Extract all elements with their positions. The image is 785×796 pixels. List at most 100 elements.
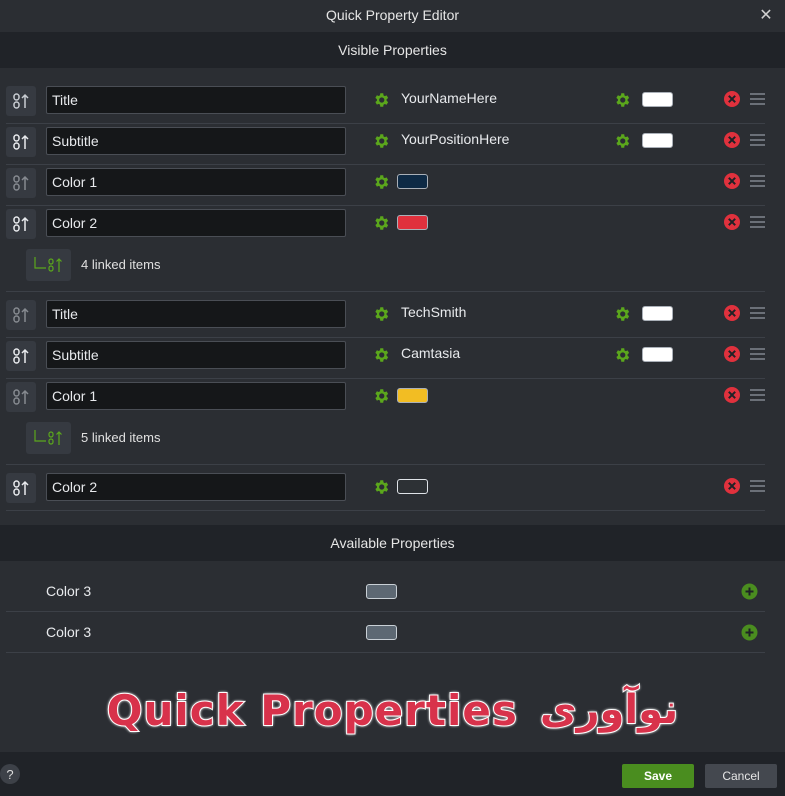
property-name-input[interactable] <box>46 300 346 328</box>
property-row <box>6 206 765 247</box>
property-row: YourPositionHere <box>6 124 765 165</box>
linked-items-label: 4 linked items <box>81 257 161 272</box>
gear-icon[interactable] <box>613 132 631 150</box>
color-swatch[interactable] <box>397 174 428 189</box>
color-swatch[interactable] <box>642 306 673 321</box>
remove-icon[interactable] <box>723 172 741 190</box>
color-swatch[interactable] <box>366 625 397 640</box>
property-value-text: Camtasia <box>401 345 461 361</box>
remove-icon[interactable] <box>723 345 741 363</box>
gear-icon[interactable] <box>613 346 631 364</box>
gear-icon[interactable] <box>372 91 390 109</box>
drag-handle-icon[interactable] <box>750 174 765 187</box>
gear-icon[interactable] <box>372 132 390 150</box>
property-row <box>6 470 765 511</box>
property-name-input[interactable] <box>46 209 346 237</box>
gear-icon[interactable] <box>613 305 631 323</box>
add-icon[interactable] <box>741 583 758 600</box>
property-name-input[interactable] <box>46 473 346 501</box>
link-toggle-button[interactable] <box>6 382 36 412</box>
linked-items-icon <box>26 249 71 281</box>
link-icon <box>13 307 29 323</box>
link-icon <box>13 348 29 364</box>
color-swatch[interactable] <box>397 479 428 494</box>
drag-handle-icon[interactable] <box>750 92 765 105</box>
linked-items-label: 5 linked items <box>81 430 161 445</box>
link-icon <box>13 134 29 150</box>
save-button[interactable]: Save <box>622 764 694 788</box>
available-properties-title: Available Properties <box>330 535 455 551</box>
property-row: Camtasia <box>6 338 765 379</box>
cancel-button[interactable]: Cancel <box>705 764 777 788</box>
remove-icon[interactable] <box>723 213 741 231</box>
property-row <box>6 379 765 420</box>
available-property-name: Color 3 <box>46 583 92 599</box>
color-swatch[interactable] <box>397 215 428 230</box>
color-swatch[interactable] <box>642 347 673 362</box>
linked-group[interactable]: 5 linked items <box>26 422 746 454</box>
drag-handle-icon[interactable] <box>750 479 765 492</box>
property-row: TechSmith <box>6 297 765 338</box>
link-toggle-button[interactable] <box>6 127 36 157</box>
drag-handle-icon[interactable] <box>750 347 765 360</box>
banner-persian-text: نوآوری <box>539 686 679 734</box>
gear-icon[interactable] <box>613 91 631 109</box>
available-property-row[interactable]: Color 3 <box>6 612 765 653</box>
link-icon <box>13 480 29 496</box>
property-value-text: TechSmith <box>401 304 467 320</box>
remove-icon[interactable] <box>723 304 741 322</box>
drag-handle-icon[interactable] <box>750 215 765 228</box>
remove-icon[interactable] <box>723 131 741 149</box>
close-icon[interactable]: ✕ <box>755 4 777 26</box>
link-toggle-button[interactable] <box>6 341 36 371</box>
remove-icon[interactable] <box>723 90 741 108</box>
add-icon[interactable] <box>741 624 758 641</box>
color-swatch[interactable] <box>642 133 673 148</box>
property-name-input[interactable] <box>46 382 346 410</box>
color-swatch[interactable] <box>642 92 673 107</box>
divider <box>6 464 765 465</box>
linked-items-icon <box>26 422 71 454</box>
gear-icon[interactable] <box>372 387 390 405</box>
property-row <box>6 165 765 206</box>
remove-icon[interactable] <box>723 477 741 495</box>
property-name-input[interactable] <box>46 341 346 369</box>
link-toggle-button[interactable] <box>6 209 36 239</box>
property-name-input[interactable] <box>46 86 346 114</box>
drag-handle-icon[interactable] <box>750 133 765 146</box>
window-title: Quick Property Editor <box>325 7 460 23</box>
link-toggle-button[interactable] <box>6 300 36 330</box>
remove-icon[interactable] <box>723 386 741 404</box>
visible-properties-list: YourNameHere YourPositionHere <box>0 68 785 530</box>
gear-icon[interactable] <box>372 173 390 191</box>
gear-icon[interactable] <box>372 214 390 232</box>
title-bar: Quick Property Editor ✕ <box>0 0 785 30</box>
link-toggle-button[interactable] <box>6 473 36 503</box>
gear-icon[interactable] <box>372 305 390 323</box>
divider <box>6 291 765 292</box>
link-icon <box>13 175 29 191</box>
property-value-text: YourPositionHere <box>401 131 510 147</box>
available-property-row[interactable]: Color 3 <box>6 571 765 612</box>
available-property-name: Color 3 <box>46 624 92 640</box>
property-name-input[interactable] <box>46 127 346 155</box>
drag-handle-icon[interactable] <box>750 388 765 401</box>
help-icon[interactable]: ? <box>0 764 20 784</box>
watermark-banner: Quick Properties نوآوری <box>0 680 785 740</box>
available-properties-header: Available Properties <box>0 525 785 561</box>
banner-english-text: Quick Properties <box>106 685 518 736</box>
color-swatch[interactable] <box>366 584 397 599</box>
link-toggle-button[interactable] <box>6 86 36 116</box>
gear-icon[interactable] <box>372 346 390 364</box>
link-icon <box>13 216 29 232</box>
visible-properties-title: Visible Properties <box>338 42 447 58</box>
color-swatch[interactable] <box>397 388 428 403</box>
property-row: YourNameHere <box>6 83 765 124</box>
link-toggle-button[interactable] <box>6 168 36 198</box>
linked-group[interactable]: 4 linked items <box>26 249 746 281</box>
footer-bar: ? Save Cancel <box>0 752 785 796</box>
drag-handle-icon[interactable] <box>750 306 765 319</box>
gear-icon[interactable] <box>372 478 390 496</box>
link-icon <box>13 93 29 109</box>
property-name-input[interactable] <box>46 168 346 196</box>
